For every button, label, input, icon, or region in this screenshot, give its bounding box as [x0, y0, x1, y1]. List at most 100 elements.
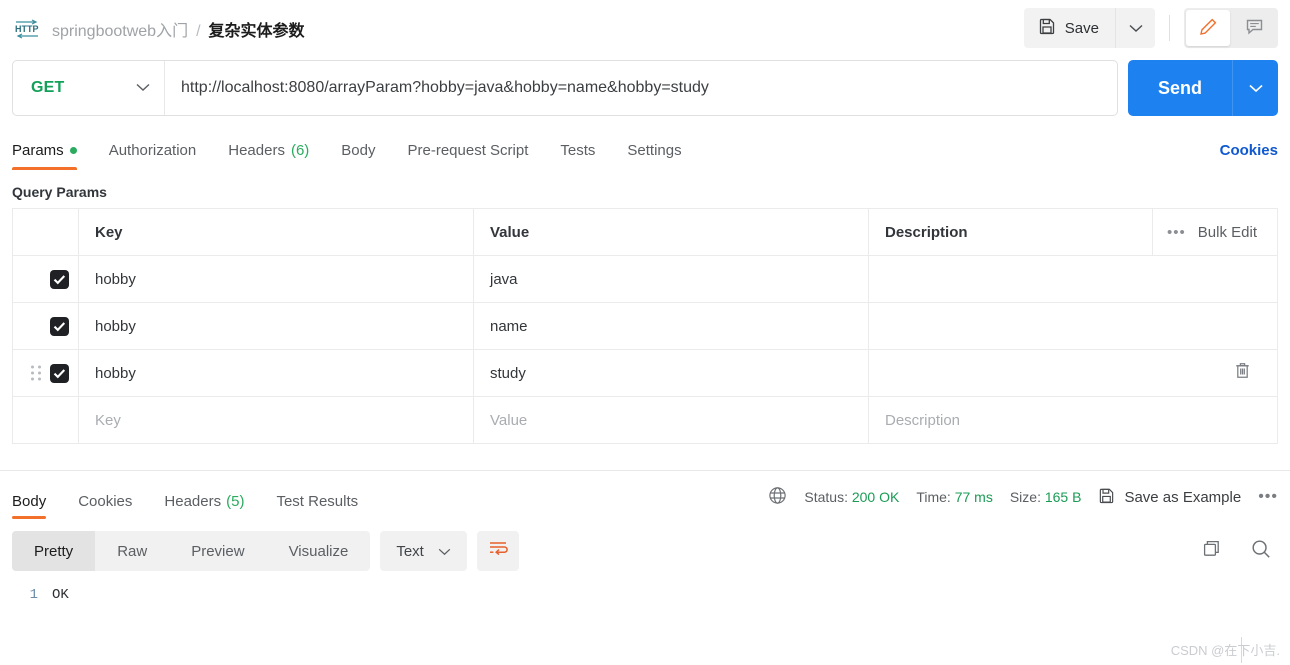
save-button-label: Save	[1064, 19, 1099, 37]
query-params-table: Key Value Description ••• Bulk Edit hobb…	[12, 208, 1278, 444]
row-description-cell[interactable]	[868, 303, 1277, 349]
row-key-cell[interactable]: hobby	[78, 303, 473, 349]
chevron-down-icon	[136, 79, 150, 97]
row-checkbox[interactable]	[50, 316, 69, 336]
response-bar: Body Cookies Headers (5) Test Results St…	[0, 471, 1290, 523]
row-key-cell[interactable]: hobby	[78, 256, 473, 302]
tab-authorization[interactable]: Authorization	[93, 142, 213, 170]
svg-text:HTTP: HTTP	[15, 24, 39, 34]
pencil-icon	[1199, 17, 1218, 39]
row-check-cell	[13, 303, 78, 349]
word-wrap-button[interactable]	[476, 531, 519, 571]
viewer-toolbar: Pretty Raw Preview Visualize Text	[0, 523, 1290, 579]
row-description-cell[interactable]	[868, 256, 1277, 302]
floppy-disk-icon	[1098, 487, 1115, 508]
response-tab-headers-count: (5)	[226, 493, 245, 510]
row-value-cell[interactable]: java	[473, 256, 868, 302]
query-params-title: Query Params	[12, 184, 107, 200]
row-value-cell[interactable]: study	[473, 350, 868, 396]
comment-button[interactable]	[1232, 10, 1276, 46]
params-modified-dot	[69, 147, 77, 154]
method-url-container: GET	[12, 60, 1118, 116]
row-key-value: hobby	[95, 364, 136, 382]
response-body-viewer[interactable]: 1 OK	[0, 579, 1290, 603]
save-button-group: Save	[1023, 8, 1155, 48]
row-value-value: java	[490, 270, 518, 288]
request-tabs: Params Authorization Headers (6) Body Pr…	[0, 132, 1290, 170]
response-tab-body[interactable]: Body	[12, 493, 62, 523]
table-header-row: Key Value Description ••• Bulk Edit	[13, 209, 1277, 256]
comment-icon	[1245, 17, 1264, 39]
line-number: 1	[29, 587, 38, 603]
table-empty-row: Key Value Description	[13, 397, 1277, 444]
time-group: Time: 77 ms	[916, 489, 993, 505]
save-as-example-label: Save as Example	[1124, 488, 1242, 506]
send-button-group: Send	[1127, 60, 1278, 116]
tab-headers[interactable]: Headers (6)	[212, 142, 325, 170]
row-value-cell[interactable]: name	[473, 303, 868, 349]
tab-authorization-label: Authorization	[108, 142, 197, 159]
tab-tests[interactable]: Tests	[544, 142, 611, 170]
url-bar: GET Send	[0, 60, 1290, 116]
row-key-value: hobby	[95, 270, 136, 288]
delete-row-icon[interactable]	[1234, 362, 1251, 385]
table-row: hobby name	[13, 303, 1277, 350]
chevron-down-icon	[1248, 81, 1263, 96]
response-tab-test-results[interactable]: Test Results	[260, 493, 374, 523]
tab-body[interactable]: Body	[325, 142, 391, 170]
response-more-icon[interactable]: •••	[1258, 488, 1278, 506]
row-checkbox[interactable]	[50, 269, 69, 289]
url-input[interactable]	[165, 61, 1117, 115]
tab-pre-request-script[interactable]: Pre-request Script	[392, 142, 545, 170]
viewer-mode-visualize[interactable]: Visualize	[267, 531, 371, 571]
drag-handle-icon[interactable]	[31, 365, 41, 381]
globe-icon[interactable]	[768, 486, 787, 508]
viewer-mode-group: Pretty Raw Preview Visualize	[12, 531, 371, 571]
viewer-mode-raw[interactable]: Raw	[95, 531, 169, 571]
bulk-more-icon[interactable]: •••	[1167, 224, 1186, 241]
page-title: 复杂实体参数	[208, 23, 305, 40]
header-value-cell: Value	[473, 209, 868, 255]
row-description-cell[interactable]	[868, 350, 1277, 396]
size-value: 165 B	[1044, 489, 1082, 505]
header-icon-toggle-group	[1184, 8, 1278, 48]
http-method-select[interactable]: GET	[13, 61, 165, 115]
empty-key-cell[interactable]: Key	[78, 397, 473, 443]
edit-mode-button[interactable]	[1186, 10, 1230, 46]
viewer-mode-preview[interactable]: Preview	[169, 531, 266, 571]
size-group: Size: 165 B	[1010, 489, 1082, 505]
response-tab-cookies[interactable]: Cookies	[62, 493, 148, 523]
watermark: CSDN @在下小吉.	[1170, 643, 1280, 658]
save-as-example-button[interactable]: Save as Example	[1098, 487, 1241, 508]
http-method-label: GET	[31, 79, 65, 96]
bulk-edit-button[interactable]: Bulk Edit	[1198, 224, 1257, 241]
header-key-cell: Key	[78, 209, 473, 255]
header-check-cell	[13, 209, 78, 255]
response-body-line: OK	[52, 587, 69, 603]
tab-params[interactable]: Params	[12, 142, 93, 170]
tab-settings[interactable]: Settings	[611, 142, 697, 170]
header-description-cell: Description ••• Bulk Edit	[868, 209, 1277, 255]
status-group: Status: 200 OK	[804, 489, 899, 505]
row-checkbox[interactable]	[50, 363, 69, 383]
send-dropdown-button[interactable]	[1232, 60, 1278, 116]
row-value-value: study	[490, 364, 526, 382]
empty-value-cell[interactable]: Value	[473, 397, 868, 443]
breadcrumb-collection[interactable]: springbootweb入门	[52, 17, 188, 41]
save-button[interactable]: Save	[1023, 8, 1115, 48]
row-key-cell[interactable]: hobby	[78, 350, 473, 396]
tab-headers-count: (6)	[290, 142, 310, 159]
viewer-mode-pretty[interactable]: Pretty	[12, 531, 96, 571]
response-format-select[interactable]: Text	[380, 531, 467, 571]
copy-icon[interactable]	[1201, 538, 1222, 564]
cookies-link[interactable]: Cookies	[1220, 142, 1278, 159]
save-dropdown-button[interactable]	[1115, 8, 1155, 48]
response-format-label: Text	[396, 542, 424, 560]
response-tab-headers[interactable]: Headers (5)	[148, 493, 260, 523]
empty-description-placeholder: Description	[885, 411, 961, 429]
time-label: Time:	[916, 489, 951, 505]
column-header-key: Key	[95, 223, 123, 241]
send-button[interactable]: Send	[1127, 60, 1232, 116]
search-icon[interactable]	[1250, 538, 1272, 565]
empty-description-cell[interactable]: Description	[868, 397, 1277, 443]
